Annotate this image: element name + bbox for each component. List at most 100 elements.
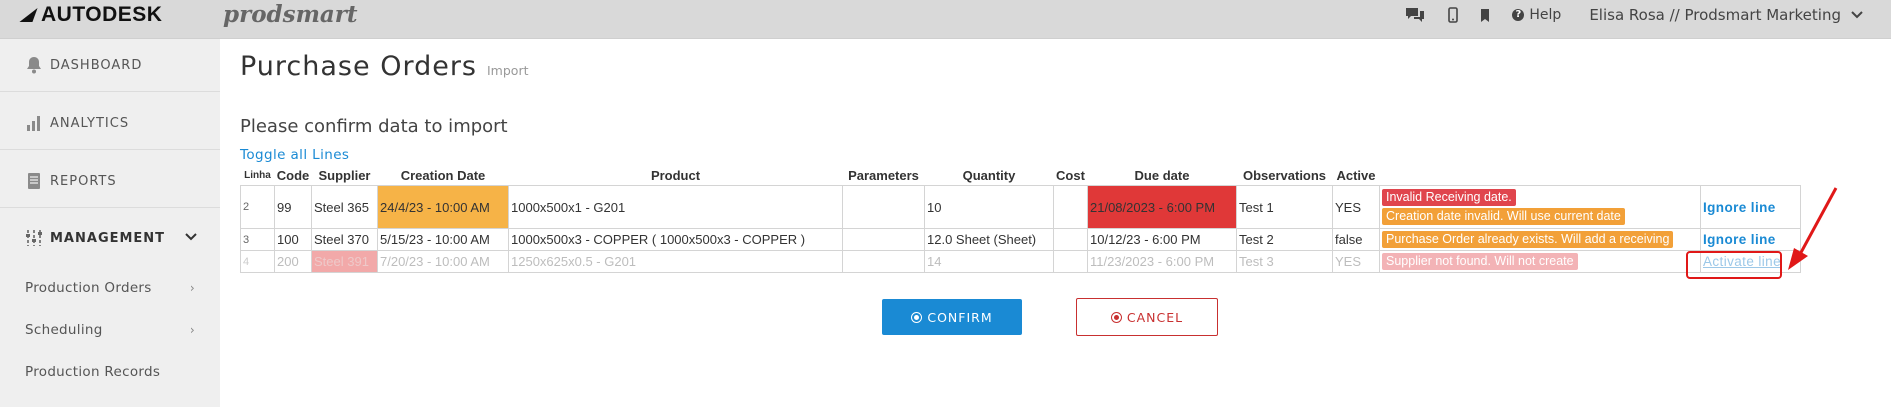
sidebar: DASHBOARD ANALYTICS REPORTS MANAGEMENT P… [0, 39, 220, 407]
column-header-parameters: Parameters [848, 167, 919, 183]
user-label: Elisa Rosa // Prodsmart Marketing [1589, 6, 1841, 24]
sidebar-subitem-scheduling[interactable]: Scheduling › [25, 322, 195, 338]
column-header-supplier: Supplier [318, 167, 371, 183]
cell-parameters [842, 228, 925, 251]
column-header-creation-date: Creation Date [400, 167, 486, 183]
chevron-down-icon[interactable] [185, 230, 197, 245]
cell-product: 1000x500x3 - COPPER ( 1000x500x3 - COPPE… [508, 228, 843, 251]
error-badge: Invalid Receiving date. [1382, 189, 1516, 206]
sidebar-item-label: DASHBOARD [50, 57, 143, 73]
autodesk-logo-mark-icon [19, 8, 38, 22]
cell-product: 1000x500x1 - G201 [508, 185, 843, 229]
cell-active: YES [1332, 185, 1380, 229]
column-header-quantity: Quantity [962, 167, 1016, 183]
autodesk-logo-text: AUTODESK [41, 3, 163, 26]
annotation-arrow-icon [1788, 187, 1838, 270]
column-header-linha: Linha [244, 169, 271, 181]
cell-observations: Test 3 [1236, 250, 1333, 273]
cell-supplier: Steel 391 [311, 250, 378, 273]
sidebar-subitem-production-orders[interactable]: Production Orders › [25, 280, 195, 296]
sidebar-subitem-label: Scheduling [25, 322, 103, 338]
cell-observations: Test 2 [1236, 228, 1333, 251]
confirm-circle-icon [911, 311, 923, 323]
sidebar-item-management[interactable]: MANAGEMENT [24, 228, 165, 248]
column-header-messages [1380, 165, 1701, 186]
bar-chart-icon [27, 116, 40, 131]
page-subtitle: Import [487, 63, 529, 78]
cancel-circle-icon [1110, 311, 1122, 323]
cell-messages: Invalid Receiving date. Creation date in… [1379, 185, 1701, 229]
table-header-row: Linha Code Supplier Creation Date Produc… [241, 165, 1801, 186]
cell-creation-date: 7/20/23 - 10:00 AM [377, 250, 509, 273]
page-title-text: Purchase Orders [240, 51, 477, 82]
sidebar-divider [0, 91, 220, 92]
sidebar-item-label: ANALYTICS [50, 115, 130, 131]
chevron-down-icon [1851, 11, 1863, 19]
cell-linha: 3 [240, 228, 275, 251]
sidebar-item-analytics[interactable]: ANALYTICS [24, 113, 129, 133]
help-link[interactable]: ? Help [1512, 7, 1561, 23]
sidebar-subitem-label: Production Records [25, 364, 161, 380]
sidebar-item-dashboard[interactable]: DASHBOARD [24, 55, 142, 75]
chat-icon[interactable] [1404, 6, 1426, 24]
ignore-line-button[interactable]: Ignore line [1703, 232, 1776, 247]
import-table: Linha Code Supplier Creation Date Produc… [240, 165, 1801, 273]
help-icon: ? [1512, 9, 1525, 21]
cell-linha: 2 [240, 185, 275, 229]
user-menu[interactable]: Elisa Rosa // Prodsmart Marketing [1589, 6, 1863, 24]
cell-due-date: 11/23/2023 - 6:00 PM [1087, 250, 1237, 273]
column-header-cost: Cost [1056, 167, 1085, 183]
table-row: 2 99 Steel 365 24/4/23 - 10:00 AM 1000x5… [240, 185, 1801, 229]
page-title: Purchase Orders Import [240, 51, 529, 82]
cell-quantity: 14 [924, 250, 1054, 273]
cell-due-date: 10/12/23 - 6:00 PM [1087, 228, 1237, 251]
top-nav: ? Help Elisa Rosa // Prodsmart Marketing [1382, 0, 1863, 30]
ignore-line-button[interactable]: Ignore line [1703, 200, 1776, 215]
document-icon [28, 173, 40, 189]
column-header-observations: Observations [1242, 167, 1327, 183]
column-header-due-date: Due date [1134, 167, 1190, 183]
table-row: 4 200 Steel 391 7/20/23 - 10:00 AM 1250x… [240, 250, 1801, 273]
column-header-active: Active [1336, 167, 1376, 183]
toggle-all-lines-link[interactable]: Toggle all Lines [240, 147, 349, 163]
cell-active: false [1332, 228, 1380, 251]
cell-supplier: Steel 370 [311, 228, 378, 251]
cell-creation-date: 24/4/23 - 10:00 AM [377, 185, 509, 229]
cell-linha: 4 [240, 250, 275, 273]
bookmark-icon[interactable] [1480, 8, 1490, 22]
cell-observations: Test 1 [1236, 185, 1333, 229]
column-header-code: Code [276, 167, 310, 183]
cell-product: 1250x625x0.5 - G201 [508, 250, 843, 273]
help-label: Help [1529, 7, 1562, 23]
prodsmart-logo[interactable]: prodsmart [223, 1, 358, 28]
cell-quantity: 12.0 Sheet (Sheet) [924, 228, 1054, 251]
cell-messages: Supplier not found. Will not create [1379, 250, 1701, 273]
cell-messages: Purchase Order already exists. Will add … [1379, 228, 1701, 251]
cell-cost [1053, 185, 1088, 229]
sidebar-subitem-production-records[interactable]: Production Records [25, 364, 195, 380]
cell-due-date: 21/08/2023 - 6:00 PM [1087, 185, 1237, 229]
chevron-right-icon: › [189, 323, 195, 337]
column-header-product: Product [650, 167, 701, 183]
mobile-icon[interactable] [1448, 7, 1459, 23]
cell-active: YES [1332, 250, 1380, 273]
error-badge: Supplier not found. Will not create [1382, 253, 1578, 270]
chevron-right-icon: › [189, 281, 195, 295]
cell-parameters [842, 250, 925, 273]
highlight-box [1686, 251, 1782, 279]
warning-badge: Purchase Order already exists. Will add … [1382, 231, 1674, 248]
top-bar: AUTODESK prodsmart ? Help Elisa Rosa // … [0, 0, 1891, 39]
sidebar-subitem-label: Production Orders [25, 280, 152, 296]
autodesk-logo[interactable]: AUTODESK [19, 3, 163, 26]
sidebar-divider [0, 207, 220, 208]
cell-creation-date: 5/15/23 - 10:00 AM [377, 228, 509, 251]
cell-cost [1053, 250, 1088, 273]
cell-supplier: Steel 365 [311, 185, 378, 229]
confirm-button[interactable]: CONFIRM [882, 299, 1022, 335]
sidebar-item-reports[interactable]: REPORTS [24, 171, 117, 191]
sidebar-item-label: MANAGEMENT [50, 230, 166, 246]
cancel-button[interactable]: CANCEL [1076, 298, 1218, 336]
sidebar-item-label: REPORTS [50, 173, 117, 189]
sliders-icon [26, 230, 42, 246]
cell-parameters [842, 185, 925, 229]
